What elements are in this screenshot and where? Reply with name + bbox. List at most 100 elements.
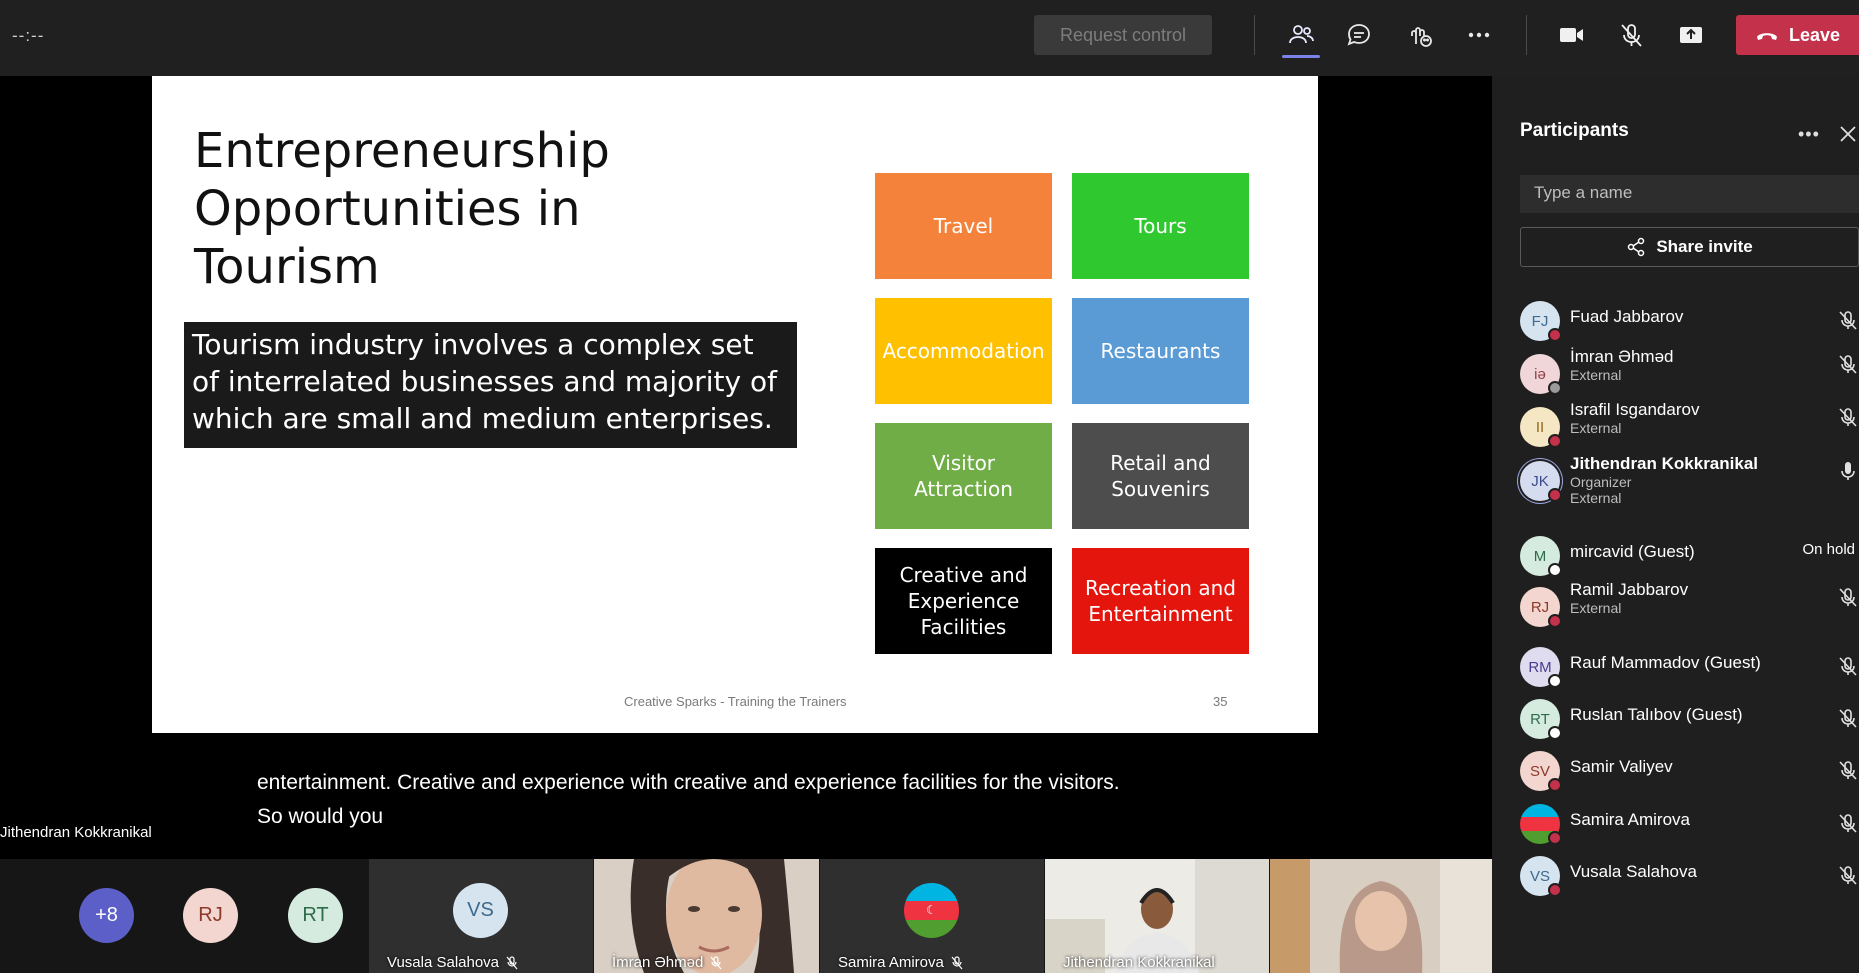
participant-name: Fuad Jabbarov [1570,307,1684,326]
presence-status-icon [1548,381,1562,395]
mic-off-icon[interactable] [1837,864,1859,886]
participant-role: External [1570,490,1622,506]
toolbar-divider [1254,15,1255,55]
presence-status-icon [1548,831,1562,845]
mic-off-icon [951,955,963,969]
caption-line: So would you [257,805,384,828]
leave-label: Leave [1788,24,1841,45]
slide-tile: Recreation and Entertainment [1072,548,1249,654]
phone-hangup-icon [1756,33,1777,40]
participant-name: Rauf Mammadov (Guest) [1570,653,1761,672]
video-tile[interactable] [1270,859,1492,973]
meeting-timer: --:-- [12,26,45,45]
tile-name-label: İmran Əhməd [612,954,704,971]
video-tile[interactable]: VS Vusala Salahova [369,859,593,973]
participant-name: Samir Valiyev [1570,757,1673,776]
video-tile-name: İmran Əhməd [612,954,723,971]
participant-row[interactable]: FJ Fuad Jabbarov [1520,296,1859,352]
participant-row[interactable]: II Israfil Isgandarov External [1520,400,1859,458]
participant-search-input[interactable] [1520,175,1859,213]
share-icon [1628,237,1645,257]
participant-video [1270,859,1492,973]
tile-name-label: Vusala Salahova [387,954,500,971]
slide-page-number: 35 [1213,694,1228,709]
presentation-slide: Entrepreneurship Opportunities in Touris… [152,76,1318,733]
participant-row[interactable]: Mmircavid (Guest) On hold [1520,531,1859,587]
participant-row[interactable]: RT Ruslan Talıbov (Guest) [1520,694,1859,750]
chat-icon[interactable] [1342,18,1376,52]
panel-title: Participants [1520,120,1629,141]
mic-off-icon[interactable] [1837,406,1859,428]
mic-off-icon[interactable] [1837,353,1859,375]
presence-status-icon [1548,674,1562,688]
participant-row[interactable]: VS Vusala Salahova [1520,851,1859,907]
people-icon[interactable] [1284,18,1318,52]
slide-tile: Accommodation [875,298,1052,404]
video-tile-name: Samira Amirova [838,954,964,971]
toolbar-divider [1526,15,1527,55]
tile-name-label: Jithendran Kokkranikal [1063,954,1215,971]
top-bar: --:-- Request control Leave [0,0,1859,76]
mic-on-icon[interactable] [1837,460,1859,482]
presence-status-icon [1548,434,1562,448]
participants-panel: Participants ••• Share invite FJFuad Jab… [1492,76,1859,973]
mic-off-icon[interactable] [1837,586,1859,608]
participant-row[interactable]: RJ Ramil Jabbarov External [1520,580,1859,638]
presence-status-icon [1548,778,1562,792]
mic-off-icon[interactable] [1837,707,1859,729]
camera-icon[interactable] [1554,18,1588,52]
azerbaijan-flag-avatar: ☾ [904,883,959,938]
mic-off-icon[interactable] [1837,812,1859,834]
tile-label: Tours [1134,214,1187,238]
leave-button[interactable]: Leave [1736,15,1859,55]
tile-label: Recreation and Entertainment [1085,576,1236,626]
participant-name: mircavid (Guest) [1570,542,1695,561]
participant-row[interactable]: Samira Amirova [1520,799,1859,855]
presence-status-icon [1548,614,1562,628]
video-tile[interactable]: İmran Əhməd [594,859,819,973]
presence-status-icon [1548,883,1562,897]
slide-title: Entrepreneurship Opportunities in Touris… [194,123,610,295]
tile-label: Restaurants [1100,339,1221,363]
participant-role: External [1570,367,1622,383]
slide-tile: Tours [1072,173,1249,279]
participant-name: Israfil Isgandarov [1570,400,1700,419]
participant-row[interactable]: SV Samir Valiyev [1520,746,1859,802]
participant-name: Vusala Salahova [1570,862,1697,881]
participant-name: İmran Əhməd [1570,347,1674,366]
avatar: VS [453,883,508,938]
mic-off-icon[interactable] [1837,309,1859,331]
more-options-icon[interactable]: ••• [1798,124,1820,145]
participant-name: Jithendran Kokkranikal [1570,454,1759,473]
video-tile[interactable]: Jithendran Kokkranikal [1045,859,1269,973]
participant-role: External [1570,420,1622,436]
mic-off-icon[interactable] [1837,759,1859,781]
participant-row[interactable]: RM Rauf Mammadov (Guest) [1520,642,1859,698]
video-tile[interactable]: ☾ Samira Amirova [820,859,1044,973]
avatar[interactable]: RJ [183,888,238,943]
share-invite-button[interactable]: Share invite [1520,227,1859,267]
tile-label: Travel [933,214,994,238]
mic-off-icon[interactable] [1837,655,1859,677]
overflow-participants-button[interactable]: +8 [79,888,134,943]
slide-text-box: Tourism industry involves a complex set … [184,322,797,448]
participant-name: Ramil Jabbarov [1570,580,1689,599]
mic-off-icon[interactable] [1614,18,1648,52]
caption-line: entertainment. Creative and experience w… [257,771,1120,794]
presenter-name: Jithendran Kokkranikal [0,824,152,841]
request-control-button[interactable]: Request control [1034,15,1212,55]
slide-tile: Visitor Attraction [875,423,1052,529]
avatar[interactable]: RT [288,888,343,943]
participant-name: Ruslan Talıbov (Guest) [1570,705,1743,724]
share-tray-icon[interactable] [1674,18,1708,52]
close-icon[interactable] [1838,124,1858,144]
participant-role: External [1570,600,1622,616]
participant-row[interactable]: iə İmran Əhməd External [1520,347,1859,405]
video-tile-name: Jithendran Kokkranikal [1063,954,1215,971]
reactions-icon[interactable] [1402,18,1436,52]
more-options-icon[interactable] [1462,18,1496,52]
participant-row[interactable]: JK Jithendran Kokkranikal Organizer Externa… [1520,454,1859,512]
mic-off-icon [506,955,518,969]
shared-content-stage: Entrepreneurship Opportunities in Touris… [0,76,1492,859]
live-caption: entertainment. Creative and experience w… [257,766,1257,834]
